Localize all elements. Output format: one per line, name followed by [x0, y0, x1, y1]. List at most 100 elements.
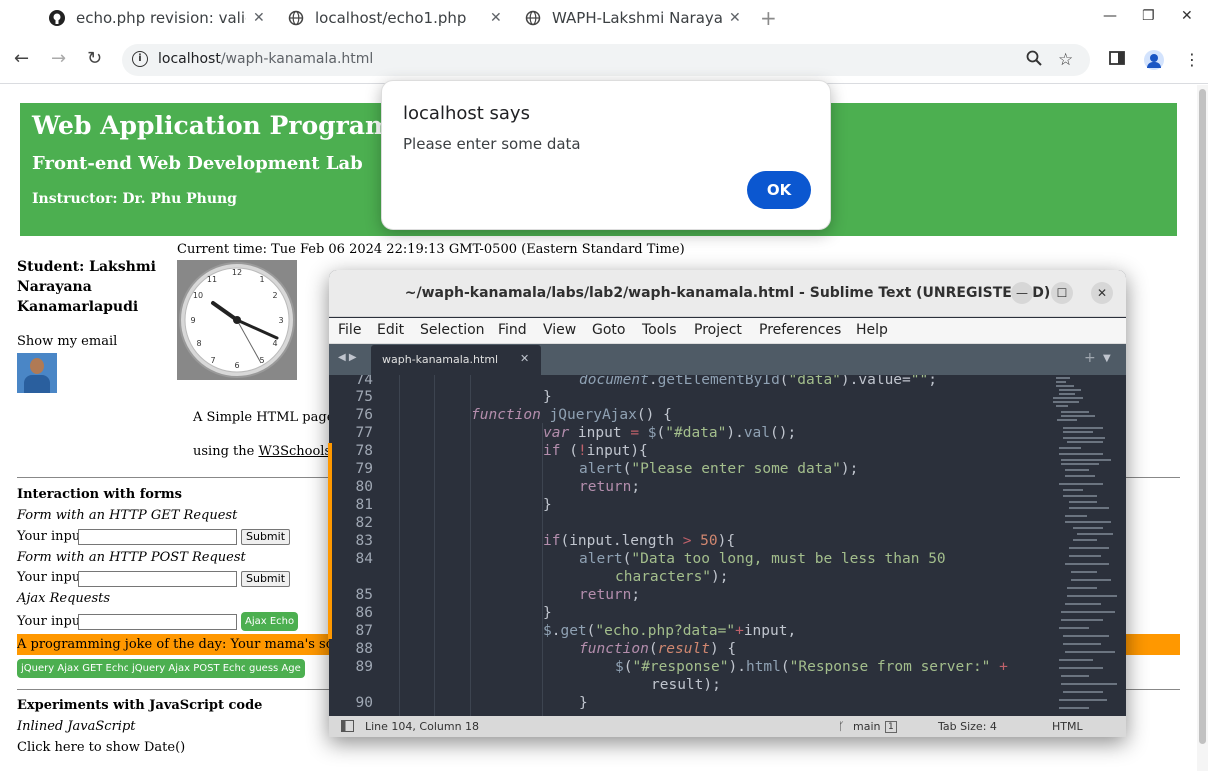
maximize-icon[interactable]: ☐ [1051, 282, 1073, 304]
code-line: } [543, 605, 552, 621]
url-text[interactable]: localhost/waph-kanamala.html [158, 51, 373, 67]
syntax-mode[interactable]: HTML [1052, 720, 1083, 733]
alert-ok-button[interactable]: OK [747, 171, 811, 209]
svg-text:7: 7 [210, 356, 215, 365]
get-form-label: Form with an HTTP GET Request [17, 508, 238, 523]
close-window-icon[interactable]: ✕ [1181, 8, 1193, 24]
menu-kebab-icon[interactable]: ⋮ [1184, 50, 1200, 69]
browser-tab-waph[interactable]: WAPH-Lakshmi Narayan ✕ [524, 0, 754, 36]
bookmark-star-icon[interactable]: ☆ [1058, 50, 1073, 70]
close-icon[interactable]: ✕ [490, 10, 502, 26]
code-editor[interactable]: 74 75 76 77 78 79 80 81 82 83 84 85 86 8… [329, 375, 1126, 716]
code-line: result); [651, 677, 721, 693]
back-icon[interactable]: ← [14, 48, 29, 69]
menu-project[interactable]: Project [694, 322, 742, 338]
forward-icon[interactable]: → [51, 48, 66, 69]
close-icon[interactable]: ✕ [253, 10, 265, 26]
menu-help[interactable]: Help [856, 322, 888, 338]
site-info-icon[interactable]: i [132, 51, 148, 67]
show-email-link[interactable]: Show my email [17, 334, 117, 349]
ajax-label: Ajax Requests [17, 591, 111, 606]
post-submit-button[interactable]: Submit [241, 571, 291, 587]
ajax-input-field[interactable] [78, 614, 237, 630]
github-icon [48, 9, 66, 27]
current-time: Current time: Tue Feb 06 2024 22:19:13 G… [177, 242, 685, 257]
restore-icon[interactable]: ❐ [1142, 8, 1155, 24]
svg-text:6: 6 [234, 361, 239, 370]
side-panel-icon[interactable] [1109, 50, 1125, 70]
jquery-get-button[interactable]: jQuery Ajax GET Echo [17, 659, 134, 678]
code-line: document.getElementById("data").value=""… [579, 375, 937, 388]
close-icon[interactable]: ✕ [520, 352, 529, 365]
sublime-status-bar: Line 104, Column 18 ᚴ main 1 Tab Size: 4… [329, 716, 1126, 737]
menu-file[interactable]: File [338, 322, 361, 338]
profile-avatar[interactable] [1144, 50, 1164, 70]
minimize-icon[interactable]: — [1103, 8, 1117, 24]
guess-age-button[interactable]: guess Age [245, 659, 305, 678]
indent-guide [470, 375, 471, 716]
line-number: 77 [355, 425, 373, 441]
menu-selection[interactable]: Selection [420, 322, 485, 338]
page-scrollbar[interactable] [1197, 85, 1208, 771]
line-number: 76 [355, 407, 373, 423]
menu-goto[interactable]: Goto [592, 322, 625, 338]
zoom-icon[interactable] [1026, 50, 1042, 71]
jquery-post-button[interactable]: jQuery Ajax POST Echo [128, 659, 251, 678]
new-tab-plus-icon[interactable]: + [1084, 350, 1096, 366]
indent-guide [542, 423, 543, 716]
js-heading: Experiments with JavaScript code [17, 698, 263, 713]
address-bar[interactable]: i localhost/waph-kanamala.html ☆ [122, 44, 1090, 76]
menu-edit[interactable]: Edit [377, 322, 404, 338]
svg-text:9: 9 [190, 316, 195, 325]
line-number: 80 [355, 479, 373, 495]
browser-tab-strip: echo.php revision: valid ✕ localhost/ech… [0, 0, 1208, 36]
editor-tab[interactable]: waph-kanamala.html ✕ [371, 345, 541, 375]
globe-icon [287, 9, 305, 27]
line-number: 89 [355, 659, 373, 675]
line-number: 78 [355, 443, 373, 459]
tab-scroll-arrows-icon[interactable]: ◀ ▶ [338, 352, 357, 363]
get-submit-button[interactable]: Submit [241, 529, 291, 545]
svg-text:1: 1 [259, 275, 264, 284]
tab-size[interactable]: Tab Size: 4 [938, 720, 997, 733]
indent-guide [434, 375, 435, 716]
svg-text:5: 5 [259, 356, 264, 365]
get-input-field[interactable] [78, 529, 237, 545]
code-minimap[interactable] [1051, 375, 1126, 716]
svg-text:4: 4 [272, 339, 277, 348]
menu-preferences[interactable]: Preferences [759, 322, 841, 338]
line-number: 85 [355, 587, 373, 603]
line-number: 82 [355, 515, 373, 531]
new-tab-button[interactable]: + [760, 6, 777, 30]
code-line: function(result) { [579, 641, 737, 657]
minimize-icon[interactable]: — [1011, 282, 1033, 304]
alert-message: Please enter some data [403, 135, 581, 153]
post-input-field[interactable] [78, 571, 237, 587]
tab-dropdown-icon[interactable]: ▼ [1103, 353, 1111, 364]
menu-tools[interactable]: Tools [642, 322, 677, 338]
line-number: 81 [355, 497, 373, 513]
tab-title: WAPH-Lakshmi Narayan [552, 9, 722, 27]
show-date-link[interactable]: Click here to show Date() [17, 740, 185, 755]
close-icon[interactable]: ✕ [729, 10, 741, 26]
menu-view[interactable]: View [543, 322, 576, 338]
line-number: 83 [355, 533, 373, 549]
line-number: 79 [355, 461, 373, 477]
code-line: return; [579, 479, 641, 495]
ajax-echo-button[interactable]: Ajax Echo [241, 612, 299, 631]
menu-find[interactable]: Find [498, 322, 527, 338]
code-line: } [579, 695, 588, 711]
cursor-position: Line 104, Column 18 [365, 720, 480, 733]
svg-text:2: 2 [272, 291, 277, 300]
code-line: var input = $("#data").val(); [543, 425, 797, 441]
reload-icon[interactable]: ↻ [87, 48, 102, 69]
code-line: alert("Please enter some data"); [579, 461, 859, 477]
browser-tab-echo1[interactable]: localhost/echo1.php ✕ [287, 0, 517, 36]
git-branch[interactable]: main [853, 720, 880, 733]
panel-toggle-icon[interactable] [341, 720, 354, 735]
alert-title: localhost says [403, 103, 530, 124]
post-form-label: Form with an HTTP POST Request [17, 550, 246, 565]
code-line: return; [579, 587, 641, 603]
browser-tab-github[interactable]: echo.php revision: valid ✕ [48, 0, 278, 36]
close-icon[interactable]: ✕ [1091, 282, 1113, 304]
